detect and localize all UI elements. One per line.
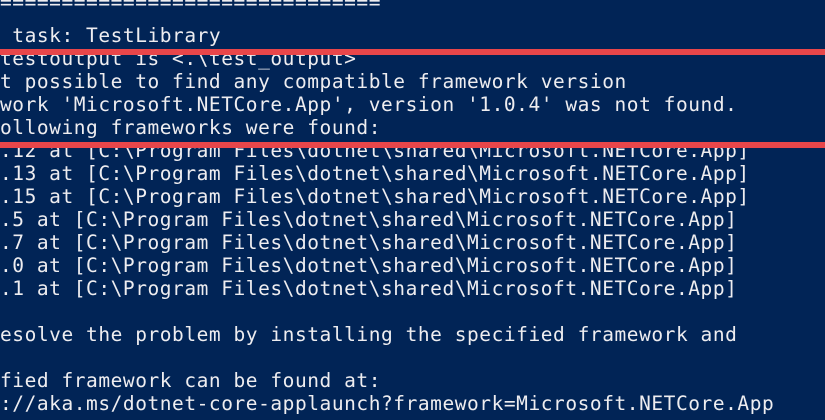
console-line-framework-2: .13 at [C:\Program Files\dotnet\shared\M… bbox=[0, 162, 750, 185]
console-line-framework-3: .15 at [C:\Program Files\dotnet\shared\M… bbox=[0, 185, 750, 208]
console-line-framework-4: .5 at [C:\Program Files\dotnet\shared\Mi… bbox=[0, 208, 738, 231]
console-line-framework-5: .7 at [C:\Program Files\dotnet\shared\Mi… bbox=[0, 231, 738, 254]
console-line-task: task: TestLibrary bbox=[0, 24, 222, 47]
console-line-error-2: work 'Microsoft.NETCore.App', version '1… bbox=[0, 93, 738, 116]
console-line-framework-6: .0 at [C:\Program Files\dotnet\shared\Mi… bbox=[0, 254, 738, 277]
console-line-url: ://aka.ms/dotnet-core-applaunch?framewor… bbox=[0, 392, 775, 415]
console-line-framework-7: .1 at [C:\Program Files\dotnet\shared\Mi… bbox=[0, 277, 738, 300]
highlight-bar-top bbox=[0, 49, 825, 55]
console-window[interactable]: =============================== task: Te… bbox=[0, 0, 825, 420]
console-line-resolve: esolve the problem by installing the spe… bbox=[0, 323, 738, 346]
highlight-bar-bottom bbox=[0, 142, 825, 148]
console-line-error-1: t possible to find any compatible framew… bbox=[0, 70, 627, 93]
console-line-separator: =============================== bbox=[0, 0, 381, 14]
console-line-frameworks-header: ollowing frameworks were found: bbox=[0, 116, 381, 139]
console-line-found-at: fied framework can be found at: bbox=[0, 369, 381, 392]
